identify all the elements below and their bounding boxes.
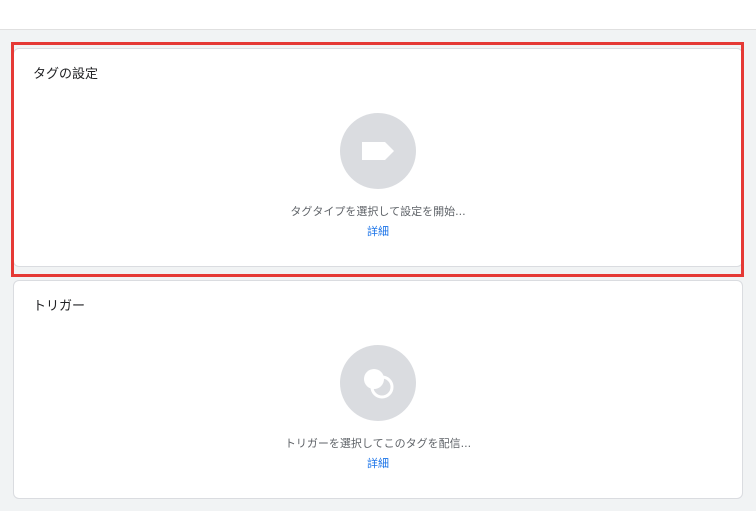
trigger-card[interactable]: トリガー トリガーを選択してこのタグを配信... 詳細 — [13, 280, 743, 499]
trigger-circles-icon[interactable] — [340, 345, 416, 421]
trigger-body: トリガーを選択してこのタグを配信... 詳細 — [14, 345, 742, 471]
tag-config-title: タグの設定 — [33, 67, 99, 82]
tag-config-card[interactable]: タグの設定 タグタイプを選択して設定を開始... 詳細 — [13, 48, 743, 267]
tag-icon[interactable] — [340, 113, 416, 189]
trigger-hint: トリガーを選択してこのタグを配信... — [284, 437, 472, 450]
trigger-details-link[interactable]: 詳細 — [367, 455, 389, 471]
tag-config-details-link[interactable]: 詳細 — [367, 223, 389, 239]
tag-config-hint: タグタイプを選択して設定を開始... — [290, 205, 466, 218]
top-bar — [0, 0, 756, 30]
tag-config-body: タグタイプを選択して設定を開始... 詳細 — [14, 113, 742, 239]
trigger-title: トリガー — [33, 299, 86, 314]
